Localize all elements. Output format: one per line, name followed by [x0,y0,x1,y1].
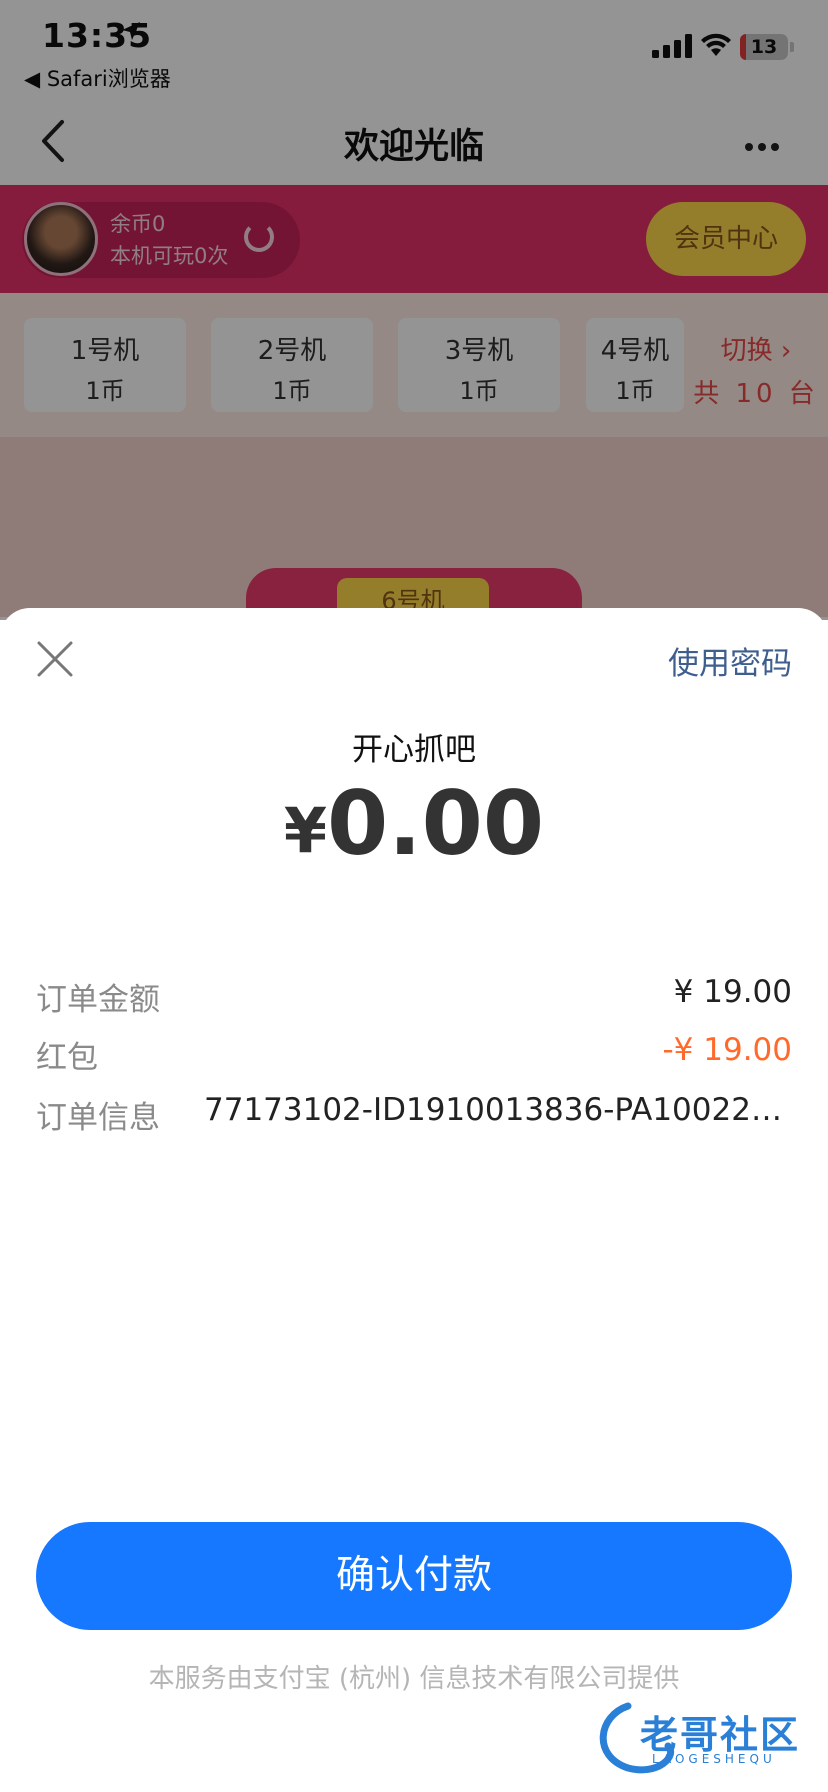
row-label: 订单金额 [36,982,160,1018]
row-value: ¥ 19.00 [673,974,792,1010]
pay-amount: ¥0.00 [0,772,828,875]
watermark-subtext: LAOGESHEQU [652,1752,776,1766]
row-label: 红包 [36,1040,98,1076]
close-icon[interactable] [36,640,74,678]
merchant-name: 开心抓吧 [352,732,476,768]
row-value: 77173102-ID1910013836-PA1002250... [204,1092,792,1128]
confirm-payment-button[interactable]: 确认付款 [36,1522,792,1630]
service-provider-note: 本服务由支付宝 (杭州) 信息技术有限公司提供 [148,1664,680,1694]
watermark-text: 老哥社区 [640,1713,801,1757]
modal-overlay[interactable] [0,0,828,620]
row-value: -¥ 19.00 [662,1032,792,1068]
row-label: 订单信息 [36,1100,160,1136]
order-info-row: 订单信息 77173102-ID1910013836-PA1002250... [36,1092,792,1136]
currency-symbol: ¥ [283,794,327,867]
use-password-link[interactable]: 使用密码 [668,638,792,683]
amount-value: 0.00 [327,772,545,875]
